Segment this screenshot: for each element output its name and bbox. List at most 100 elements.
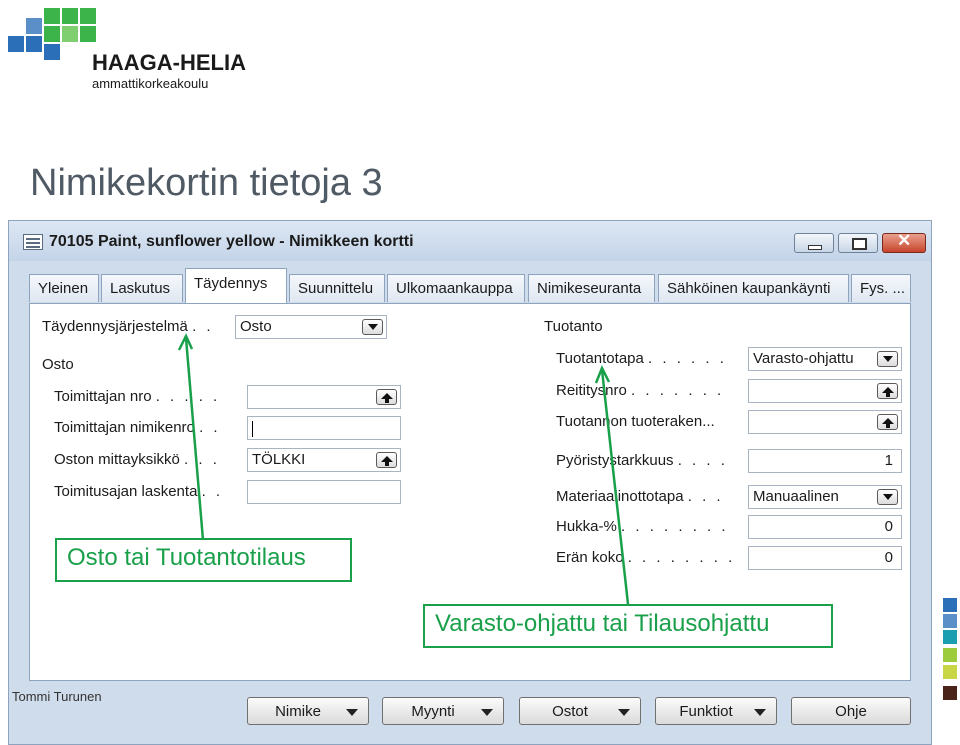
lookup-button[interactable] (877, 414, 898, 430)
label-dots: . . (201, 483, 224, 500)
field-value: Manuaalinen (753, 488, 839, 505)
dropdown-button[interactable] (877, 351, 898, 367)
arrow-up-icon (882, 418, 894, 428)
routing-no-label: Reititysnro . . . . . . . (556, 382, 724, 399)
tab-label: Suunnittelu (298, 280, 374, 297)
logo-square (80, 26, 96, 42)
label-dots: . . . (184, 451, 220, 468)
palette-square (943, 686, 957, 700)
manufacturing-policy-label: Tuotantotapa . . . . . . (556, 350, 727, 367)
logo-square (80, 8, 96, 24)
production-bom-field[interactable] (748, 410, 902, 434)
grid-card-icon (23, 234, 43, 250)
label-text: Toimitusajan laskenta (54, 483, 198, 500)
lead-time-label: Toimitusajan laskenta . . (54, 483, 223, 500)
tab-more[interactable]: Fys. ... (851, 274, 911, 302)
replenishment-system-label: Täydennysjärjestelmä . . (42, 318, 214, 335)
lookup-button[interactable] (376, 452, 397, 468)
dropdown-button[interactable] (877, 489, 898, 505)
lot-size-field[interactable]: 0 (748, 546, 902, 570)
vendor-item-no-field[interactable] (247, 416, 401, 440)
palette-square (943, 614, 957, 628)
callout-replenishment: Osto tai Tuotantotilaus (55, 538, 352, 582)
lookup-button[interactable] (877, 383, 898, 399)
tab-invoicing[interactable]: Laskutus (101, 274, 183, 302)
help-button[interactable]: Ohje (791, 697, 911, 725)
palette-square (943, 630, 957, 644)
logo-square (62, 8, 78, 24)
tab-label: Yleinen (38, 280, 89, 297)
tab-replenishment[interactable]: Täydennys (185, 268, 287, 303)
logo-square (62, 26, 78, 42)
lookup-button[interactable] (376, 389, 397, 405)
sales-menu-button[interactable]: Myynti (382, 697, 504, 725)
callout-manufacturing-policy: Varasto-ohjattu tai Tilausohjattu (423, 604, 833, 648)
tab-planning[interactable]: Suunnittelu (289, 274, 385, 302)
text-cursor (252, 421, 253, 437)
lot-size-label: Erän koko . . . . . . . . (556, 549, 735, 566)
logo-square (44, 26, 60, 42)
chevron-down-icon (481, 709, 493, 716)
maximize-icon (852, 238, 867, 250)
chevron-down-icon (618, 709, 630, 716)
tab-general[interactable]: Yleinen (29, 274, 99, 302)
flushing-method-label: Materiaalinottotapa . . . (556, 488, 724, 505)
window-title: 70105 Paint, sunflower yellow - Nimikkee… (49, 233, 414, 250)
dropdown-button[interactable] (362, 319, 383, 335)
tab-label: Sähköinen kaupankäynti (667, 280, 831, 297)
label-text: Hukka-% (556, 518, 617, 535)
chevron-down-icon (754, 709, 766, 716)
routing-no-field[interactable] (748, 379, 902, 403)
title-bar[interactable]: 70105 Paint, sunflower yellow - Nimikkee… (9, 221, 931, 261)
tab-label: Laskutus (110, 280, 171, 297)
palette-square (943, 665, 957, 679)
minimize-button[interactable] (794, 233, 834, 253)
logo-square (8, 36, 24, 52)
label-dots: . . . . . . . (631, 382, 725, 399)
label-dots: . . (192, 318, 214, 335)
functions-menu-button[interactable]: Funktiot (655, 697, 777, 725)
lead-time-field[interactable] (247, 480, 401, 504)
logo-subtitle: ammattikorkeakoulu (92, 76, 209, 91)
close-button[interactable]: ✕ (882, 231, 926, 253)
label-text: Täydennysjärjestelmä (42, 318, 188, 335)
scrap-percent-field[interactable]: 0 (748, 515, 902, 539)
tab-e-commerce[interactable]: Sähköinen kaupankäynti (658, 274, 849, 302)
vendor-no-field[interactable] (247, 385, 401, 409)
purchases-menu-button[interactable]: Ostot (519, 697, 641, 725)
vendor-item-no-label: Toimittajan nimikenro . . (54, 419, 221, 436)
logo-square (44, 8, 60, 24)
author-name: Tommi Turunen (12, 689, 102, 704)
purch-uom-field[interactable]: TÖLKKI (247, 448, 401, 472)
label-text: Pyöristystarkkuus (556, 452, 674, 469)
purchase-heading: Osto (42, 356, 74, 373)
tab-item-tracking[interactable]: Nimikeseuranta (528, 274, 655, 302)
replenishment-system-select[interactable]: Osto (235, 315, 387, 339)
logo-name: HAAGA-HELIA (92, 50, 246, 75)
chevron-down-icon (883, 494, 893, 500)
label-text: Reititysnro (556, 382, 627, 399)
chevron-down-icon (883, 356, 893, 362)
label-dots: . . . . . . . . (621, 518, 729, 535)
maximize-button[interactable] (838, 233, 878, 253)
chevron-down-icon (346, 709, 358, 716)
label-text: Erän koko (556, 549, 624, 566)
label-dots: . . . (687, 488, 724, 505)
tab-foreign-trade[interactable]: Ulkomaankauppa (387, 274, 525, 302)
label-text: Tuotantotapa (556, 350, 644, 367)
palette-square (943, 648, 957, 662)
rounding-precision-field[interactable]: 1 (748, 449, 902, 473)
arrow-up-icon (882, 387, 894, 397)
button-label: Ohje (835, 703, 867, 720)
label-text: Oston mittayksikkö (54, 451, 180, 468)
manufacturing-policy-select[interactable]: Varasto-ohjattu (748, 347, 902, 371)
minimize-icon (808, 245, 822, 250)
arrow-up-icon (381, 456, 393, 466)
purch-uom-label: Oston mittayksikkö . . . (54, 451, 220, 468)
arrow-up-icon (381, 393, 393, 403)
tab-label: Täydennys (194, 275, 268, 292)
logo-square (26, 36, 42, 52)
palette-square (943, 598, 957, 612)
flushing-method-select[interactable]: Manuaalinen (748, 485, 902, 509)
item-menu-button[interactable]: Nimike (247, 697, 369, 725)
